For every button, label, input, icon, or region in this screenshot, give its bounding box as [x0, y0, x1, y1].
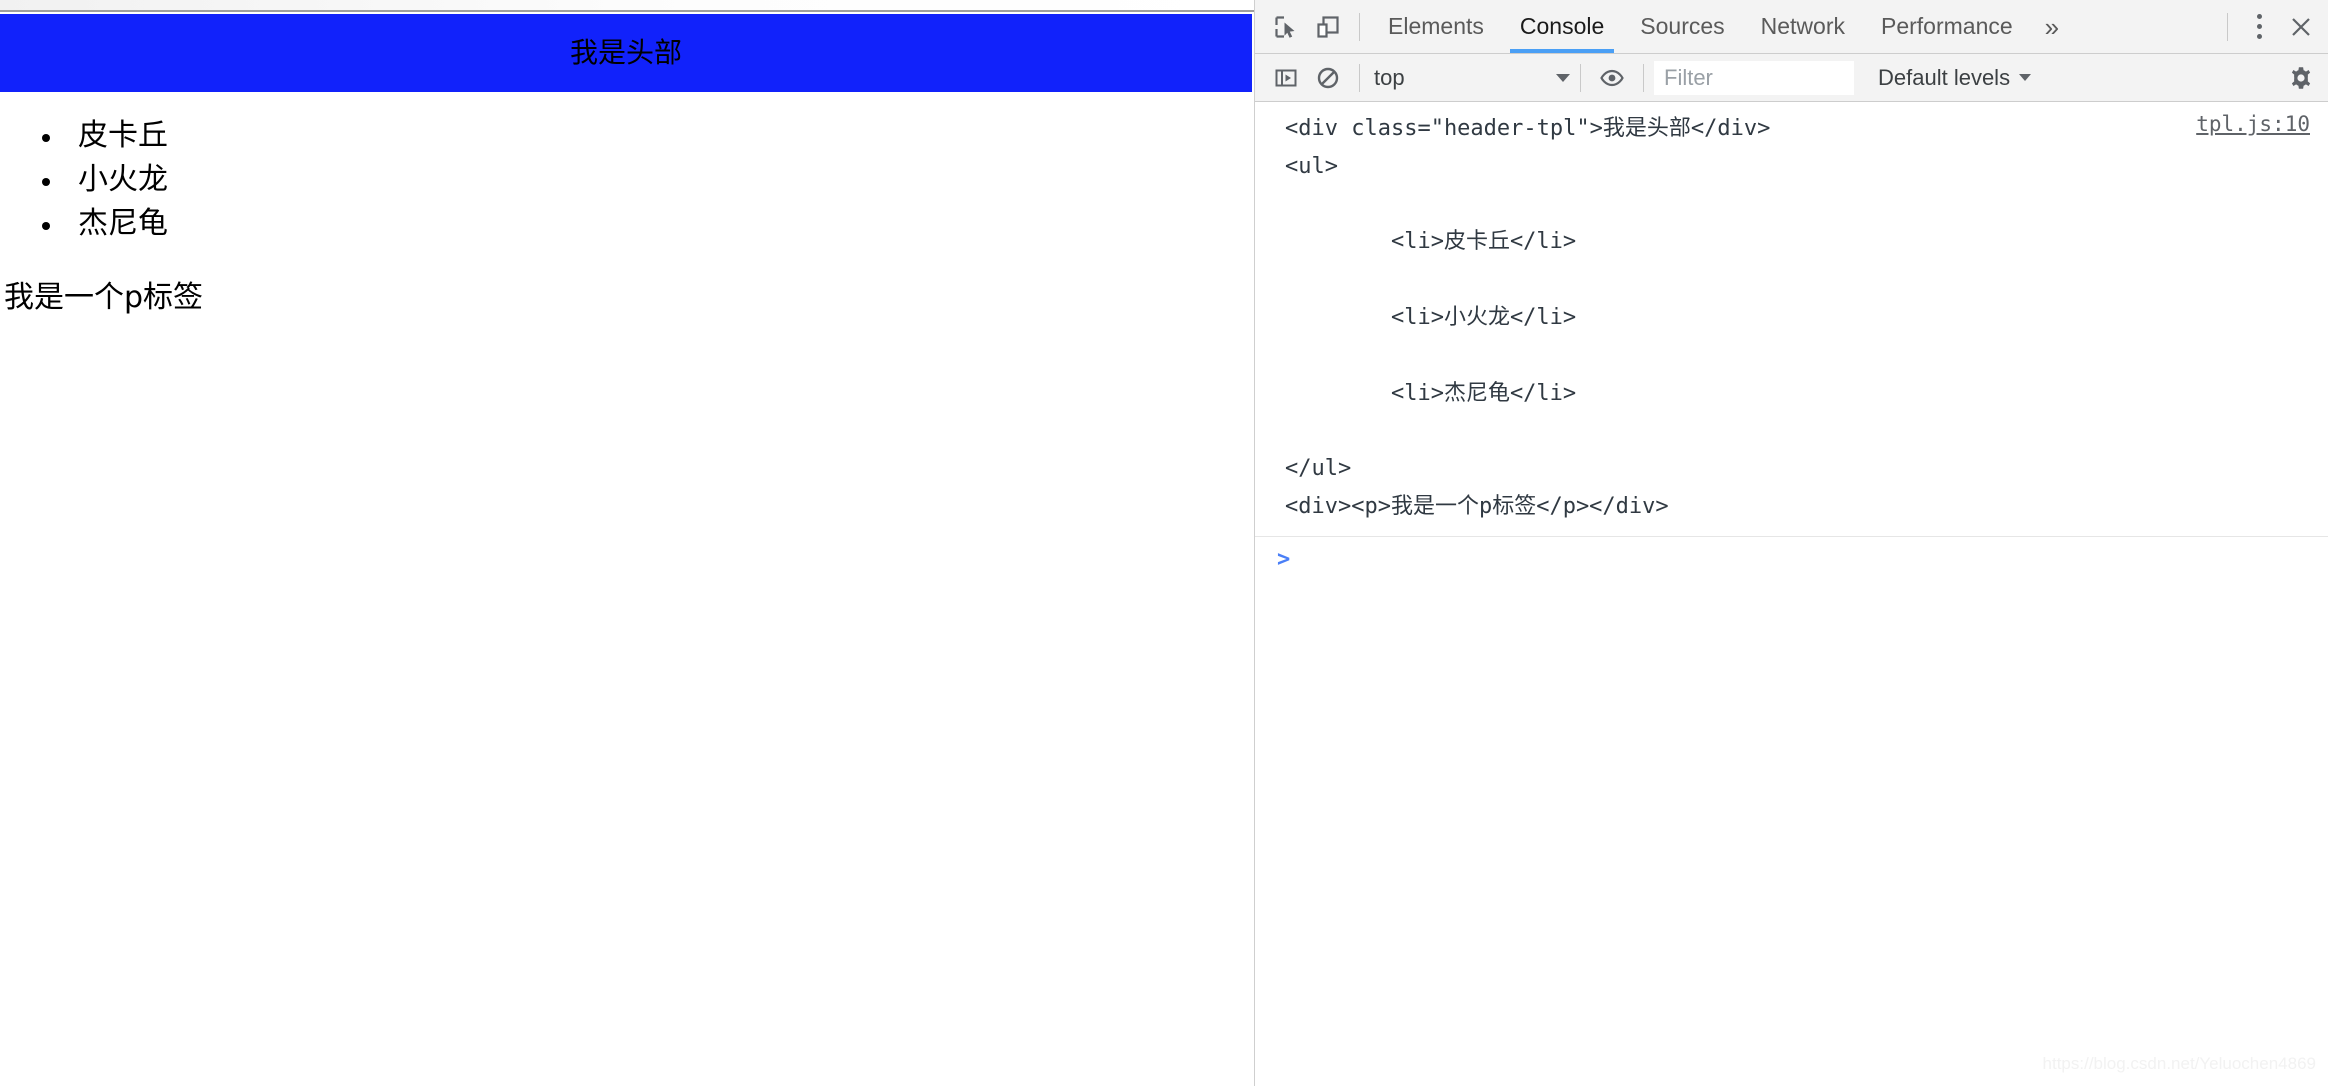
tab-label: Performance	[1881, 13, 2013, 39]
tab-label: Elements	[1388, 13, 1484, 39]
toolbar-divider-right	[2227, 12, 2228, 41]
tab-elements[interactable]: Elements	[1370, 0, 1502, 53]
page-content: 我是头部 皮卡丘 小火龙 杰尼龟 我是一个p标签	[0, 14, 1254, 316]
clear-console-icon[interactable]	[1307, 58, 1349, 98]
log-levels-value: Default levels	[1878, 64, 2011, 90]
page-header-banner: 我是头部	[0, 14, 1252, 92]
execution-context-select[interactable]: top	[1370, 65, 1570, 91]
tab-console[interactable]: Console	[1502, 0, 1622, 53]
page-paragraph: 我是一个p标签	[4, 279, 204, 315]
tab-label: Console	[1519, 13, 1605, 39]
execution-context-value: top	[1374, 64, 1405, 90]
filter-input[interactable]	[1654, 60, 1854, 95]
live-expression-icon[interactable]	[1591, 58, 1633, 98]
kebab-dots	[2256, 14, 2262, 39]
list-item: 杰尼龟	[64, 204, 1254, 244]
device-toolbar-icon[interactable]	[1307, 7, 1349, 47]
log-levels-select[interactable]: Default levels	[1878, 64, 2032, 91]
tab-performance[interactable]: Performance	[1863, 0, 2031, 53]
tab-network[interactable]: Network	[1743, 0, 1863, 53]
chevron-down-icon	[1556, 73, 1570, 82]
tab-label: Network	[1760, 13, 1845, 39]
console-source-link[interactable]: tpl.js:10	[2196, 110, 2328, 136]
console-toolbar: top Default levels	[1255, 54, 2328, 102]
close-devtools-icon[interactable]	[2280, 7, 2322, 47]
console-toolbar-divider-1	[1359, 63, 1360, 92]
tab-label: Sources	[1640, 13, 1725, 39]
tab-sources[interactable]: Sources	[1622, 0, 1742, 53]
console-sidebar-icon[interactable]	[1265, 58, 1307, 98]
more-options-icon[interactable]	[2238, 7, 2280, 47]
toolbar-divider	[1359, 12, 1360, 41]
devtools-tabbar: Elements Console Sources Network Perform…	[1255, 0, 2328, 54]
browser-window: 我是头部 皮卡丘 小火龙 杰尼龟 我是一个p标签	[0, 0, 2328, 1086]
inspect-element-icon[interactable]	[1265, 7, 1307, 47]
pokemon-list: 皮卡丘 小火龙 杰尼龟	[0, 116, 1254, 244]
more-tabs-icon[interactable]: »	[2031, 14, 2073, 40]
console-message-area[interactable]: <div class="header-tpl">我是头部</div> <ul> …	[1255, 102, 2328, 1086]
list-item: 皮卡丘	[64, 116, 1254, 156]
console-toolbar-divider-2	[1580, 63, 1581, 92]
devtools-panel: Elements Console Sources Network Perform…	[1255, 0, 2328, 1086]
prompt-chevron-icon: >	[1277, 547, 1291, 573]
console-toolbar-divider-3	[1643, 63, 1644, 92]
browser-chrome-strip	[0, 0, 1254, 12]
list-item: 小火龙	[64, 160, 1254, 200]
console-input-prompt[interactable]: >	[1255, 537, 2328, 583]
console-log-text: <div class="header-tpl">我是头部</div> <ul> …	[1285, 116, 1771, 520]
watermark: https://blog.csdn.net/Yeluochen4869	[2042, 1054, 2316, 1073]
settings-gear-icon[interactable]	[2280, 58, 2322, 98]
chevron-down-icon	[2019, 74, 2032, 81]
console-log-entry[interactable]: <div class="header-tpl">我是头部</div> <ul> …	[1255, 102, 2328, 538]
page-viewport: 我是头部 皮卡丘 小火龙 杰尼龟 我是一个p标签	[0, 0, 1255, 1086]
